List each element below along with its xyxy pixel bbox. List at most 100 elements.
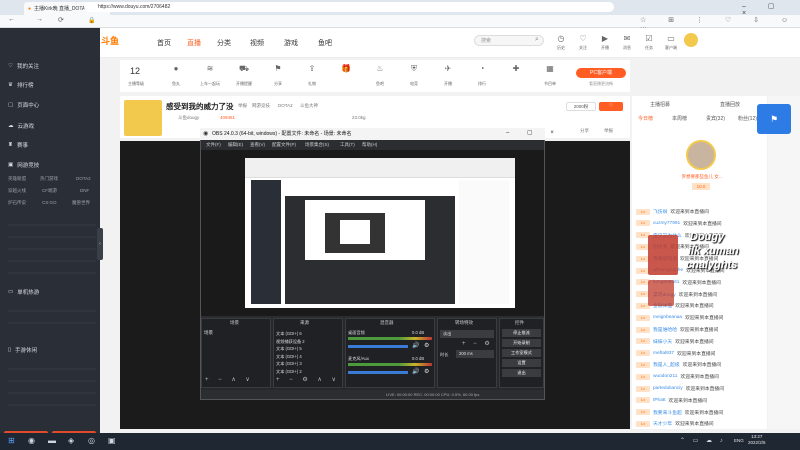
task-icon[interactable]: ☑ [640, 34, 658, 43]
scene-item[interactable]: 场景 [204, 330, 213, 336]
sidebar-section-netgames[interactable]: ▣ 网游竞技 [8, 161, 39, 169]
stop-stream-button[interactable]: 停止推流 [502, 329, 541, 337]
menu-help[interactable]: 帮助(H) [362, 140, 377, 150]
god-tag[interactable]: 斗鱼大神 [300, 103, 318, 109]
chat-username[interactable]: 我是谁哈哈 [653, 326, 677, 333]
sidebar-item-center[interactable]: ▢ 页面中心 [8, 101, 39, 109]
broadcast-icon[interactable]: ▶ [596, 34, 614, 43]
start-icon[interactable]: ⊞ [8, 436, 15, 445]
chat-username[interactable]: 妹妹小天 [653, 338, 672, 345]
follow-button[interactable]: ♡ [599, 102, 623, 111]
mic-volume-slider[interactable] [348, 371, 408, 374]
tab-fans[interactable]: 粉丝(12) [738, 115, 757, 122]
game-link[interactable]: 热门游戏 [40, 176, 58, 182]
share-link[interactable]: 分享 [580, 128, 589, 134]
game-link[interactable]: DNF [80, 188, 89, 193]
speaker-icon[interactable]: 🔊 [412, 368, 419, 375]
gear-icon[interactable]: ⚙ [424, 342, 429, 349]
nav-fishbar[interactable]: 鱼吧 [318, 38, 332, 48]
transition-controls[interactable]: + − ⚙ [462, 340, 493, 347]
menu-view[interactable]: 查看(V) [250, 140, 265, 150]
game-link[interactable]: CS:GO [42, 200, 57, 205]
taskbar-clock[interactable]: 13:27 2022/2/5 [748, 434, 766, 446]
report-link[interactable]: 举报 [604, 128, 613, 134]
taskbar-edge-icon[interactable]: ◉ [28, 436, 35, 445]
nav-video[interactable]: 视频 [250, 38, 264, 48]
menu-file[interactable]: 文件(F) [206, 140, 221, 150]
douyu-logo[interactable]: 斗鱼 [101, 34, 133, 48]
menu-tools[interactable]: 工具(T) [340, 140, 355, 150]
exit-button[interactable]: 退出 [502, 369, 541, 377]
remind-icon[interactable]: ⚑ [264, 64, 292, 73]
chat-username[interactable]: partedulianciy [653, 386, 683, 391]
source-item[interactable]: 文本 (GDI+) 4 [276, 353, 305, 361]
sidebar-item-rank[interactable]: ♛ 排行榜 [8, 81, 33, 89]
tab-today[interactable]: 今日榜 [638, 115, 653, 122]
rocket-icon[interactable]: ✈ [434, 64, 462, 73]
nav-games[interactable]: 游戏 [284, 38, 298, 48]
game-link[interactable]: DOTA2 [76, 176, 91, 181]
car-icon[interactable]: ⛟ [230, 64, 258, 74]
chat-username[interactable]: 我是人_超级 [653, 361, 680, 368]
promo-badge[interactable]: ⚑ [757, 104, 791, 134]
gear-icon[interactable]: ⚙ [424, 368, 429, 375]
chat-username[interactable]: tPhatt [653, 398, 666, 403]
source-item[interactable]: 文本 (GDI+) 2 [276, 368, 305, 376]
nav-live[interactable]: 直播 [187, 38, 201, 48]
anchor-name[interactable]: 斗鱼dougy [178, 115, 199, 121]
share-icon[interactable]: ⇪ [298, 64, 326, 73]
chat-username[interactable]: meftal937 [653, 351, 674, 356]
tab-vip[interactable]: 贵宾(32) [706, 115, 725, 122]
category-tag[interactable]: 网游竞技 [252, 103, 270, 109]
sidebar-item-follow[interactable]: ♡ 我的关注 [8, 62, 39, 70]
tab-week[interactable]: 本周榜 [672, 115, 687, 122]
duration-input[interactable]: 300 ms [456, 350, 494, 358]
flame-icon[interactable]: ♨ [366, 64, 394, 73]
back-icon[interactable]: ← [8, 16, 15, 23]
sidebar-item-cloud[interactable]: ☁ 云游戏 [8, 122, 34, 130]
address-bar[interactable]: https://www.douyu.com/2706482 [84, 2, 614, 12]
gauge-icon[interactable]: ◔ [468, 64, 496, 73]
menu-profile[interactable]: 配置文件(P) [272, 140, 296, 150]
taskbar-obs-icon[interactable]: ◎ [88, 436, 95, 445]
gift-icon[interactable]: 🎁 [332, 64, 360, 73]
source-item[interactable]: 文本 (GDI+) 3 [276, 360, 305, 368]
taskbar-folder-icon[interactable]: ▬ [48, 436, 56, 445]
follow-icon[interactable]: ♡ [574, 34, 592, 43]
source-item[interactable]: 文本 (GDI+) 5 [276, 345, 305, 353]
chat-username[interactable]: cuzmy77991 [653, 221, 680, 226]
user-avatar[interactable] [684, 33, 698, 47]
sidebar-section-mobile[interactable]: ▯ 手游休闲 [8, 346, 37, 354]
game-link[interactable]: 英雄联盟 [8, 176, 26, 182]
start-record-button[interactable]: 开始录制 [502, 339, 541, 347]
replay-link[interactable]: 直播回放 [720, 101, 740, 108]
menu-edit[interactable]: 编辑(E) [228, 140, 243, 150]
search-icon[interactable]: ⌕ [535, 36, 539, 44]
sidebar-item-events[interactable]: ♜ 赛事 [8, 141, 28, 149]
chat-username[interactable]: meignbeanaa [653, 315, 682, 320]
source-item[interactable]: 视频捕获设备 2 [276, 338, 305, 346]
game-link[interactable]: CF端游 [42, 188, 57, 194]
sidebar-section-single[interactable]: ▭ 单机热游 [8, 288, 39, 296]
history-icon[interactable]: ◷ [552, 34, 570, 43]
recruit-link[interactable]: 主播招募 [650, 101, 670, 108]
chat-username[interactable]: 我要来斗鱼超 [653, 409, 682, 416]
wave-icon[interactable]: ≋ [196, 64, 224, 73]
nav-category[interactable]: 分类 [217, 38, 231, 48]
message-icon[interactable]: ✉ [618, 34, 636, 43]
pc-client-button[interactable]: PC客户端 [576, 68, 626, 78]
search-input[interactable]: 搜索 [474, 35, 544, 46]
game-link[interactable]: 穿越火线 [8, 188, 26, 194]
calendar-icon[interactable]: ▦ [536, 64, 564, 73]
refresh-icon[interactable]: ⟳ [58, 16, 64, 24]
top-fan-avatar[interactable] [686, 140, 716, 170]
speaker-icon[interactable]: 🔊 [412, 342, 419, 349]
report-tag[interactable]: 举报 [238, 103, 247, 109]
fish-ball-icon[interactable]: ● [162, 64, 190, 73]
desktop-volume-slider[interactable] [348, 345, 408, 348]
client-icon[interactable]: ▭ [662, 34, 680, 43]
menu-scene-collection[interactable]: 场景集合(S) [305, 140, 329, 150]
shield-icon[interactable]: ⛨ [400, 64, 428, 74]
game-link[interactable]: 炉石传说 [8, 200, 26, 206]
obs-window-controls[interactable]: – ▢ × [506, 129, 562, 136]
